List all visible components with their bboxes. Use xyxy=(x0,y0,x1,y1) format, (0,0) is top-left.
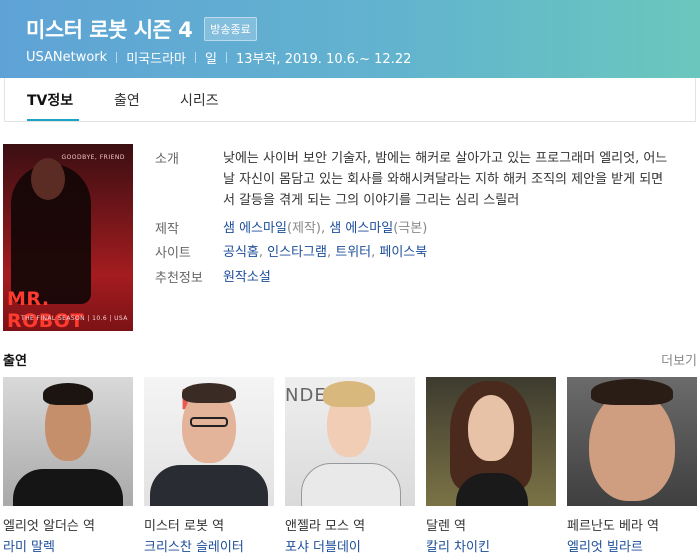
recommend-link[interactable]: 원작소설 xyxy=(223,270,271,285)
producer-role: (제작), xyxy=(286,221,326,236)
tab-cast[interactable]: 출연 xyxy=(114,90,140,110)
production-value: 샘 에스마일(제작), 샘 에스마일(극본) xyxy=(223,218,675,239)
poster-logo: MR. ROBOT xyxy=(7,288,84,331)
cast-photo[interactable] xyxy=(567,377,697,506)
info-row-recommend: 추천정보 원작소설 xyxy=(155,267,675,289)
cast-role: 미스터 로봇 역 xyxy=(144,519,225,534)
divider xyxy=(195,52,196,63)
recommend-value-wrap: 원작소설 xyxy=(223,267,675,288)
cast-photo[interactable] xyxy=(3,377,133,506)
program-title[interactable]: 미스터 로봇 시즌 4 xyxy=(26,14,193,44)
site-links: 공식홈, 인스타그램, 트위터, 페이스북 xyxy=(223,245,428,260)
info-row-sites: 사이트 공식홈, 인스타그램, 트위터, 페이스북 xyxy=(155,242,675,264)
cast-photo[interactable]: RO xyxy=(144,377,274,506)
cast-role: 앤젤라 모스 역 xyxy=(285,519,366,534)
producer-link[interactable]: 샘 에스마일 xyxy=(223,221,287,236)
divider xyxy=(116,52,118,63)
more-link[interactable]: 더보기 xyxy=(661,350,697,369)
intro-label: 소개 xyxy=(155,152,179,167)
cast-actor-link[interactable]: 포샤 더블데이 xyxy=(285,536,361,555)
cast-section-header: 출연 더보기 xyxy=(3,350,697,370)
genre-text: 미국드라마 xyxy=(126,52,186,67)
writer-role: (극본) xyxy=(393,221,428,236)
cast-role: 달렌 역 xyxy=(426,519,467,534)
site-link-official[interactable]: 공식홈 xyxy=(223,245,259,260)
site-link-twitter[interactable]: 트위터 xyxy=(335,245,371,260)
episodes-period: 13부작, 2019. 10.6.~ 12.22 xyxy=(235,52,412,67)
site-link-facebook[interactable]: 페이스북 xyxy=(379,245,427,260)
intro-text: 낮에는 사이버 보안 기술자, 밤에는 해커로 살아가고 있는 프로그래머 엘리… xyxy=(223,151,668,208)
poster-season-text: THE FINAL SEASON | 10.6 | USA xyxy=(21,315,128,322)
active-tab-indicator xyxy=(27,119,79,121)
tab-series[interactable]: 시리즈 xyxy=(180,90,219,110)
title-row: 미스터 로봇 시즌 4 방송종료 xyxy=(26,14,257,44)
cast-actor-link[interactable]: 칼리 차이킨 xyxy=(426,536,490,555)
cast-photo[interactable]: NDE xyxy=(285,377,415,506)
cast-role: 페르난도 베라 역 xyxy=(567,519,659,534)
poster-tagline: GOODBYE, FRIEND xyxy=(61,154,125,161)
tab-tv-info[interactable]: TV정보 xyxy=(27,90,73,110)
site-link-instagram[interactable]: 인스타그램 xyxy=(267,245,327,260)
network-link[interactable]: USANetwork xyxy=(26,50,107,65)
program-meta: USANetwork 미국드라마 일 13부작, 2019. 10.6.~ 12… xyxy=(26,48,411,67)
status-badge: 방송종료 xyxy=(204,17,257,41)
cast-photo[interactable] xyxy=(426,377,556,506)
recommend-label: 추천정보 xyxy=(155,271,203,286)
program-header: 미스터 로봇 시즌 4 방송종료 USANetwork 미국드라마 일 13부작… xyxy=(0,0,700,78)
cast-actor-link[interactable]: 엘리엇 빌라르 xyxy=(567,536,643,555)
production-label: 제작 xyxy=(155,222,179,237)
poster-head xyxy=(31,158,65,200)
writer-link[interactable]: 샘 에스마일 xyxy=(329,221,393,236)
site-label: 사이트 xyxy=(155,246,191,261)
poster-image[interactable]: GOODBYE, FRIEND MR. ROBOT THE FINAL SEAS… xyxy=(3,144,133,331)
cast-actor-link[interactable]: 크리스찬 슬레이터 xyxy=(144,536,244,555)
cast-actor-link[interactable]: 라미 말렉 xyxy=(3,536,55,555)
cast-role: 엘리엇 알더슨 역 xyxy=(3,519,95,534)
info-row-intro: 소개 낮에는 사이버 보안 기술자, 밤에는 해커로 살아가고 있는 프로그래머… xyxy=(155,148,675,212)
info-row-production: 제작 샘 에스마일(제작), 샘 에스마일(극본) xyxy=(155,218,675,240)
cast-title: 출연 xyxy=(3,354,27,369)
tab-bar: TV정보 출연 시리즈 xyxy=(4,78,696,122)
broadcast-day: 일 xyxy=(205,52,217,67)
divider xyxy=(225,52,227,63)
